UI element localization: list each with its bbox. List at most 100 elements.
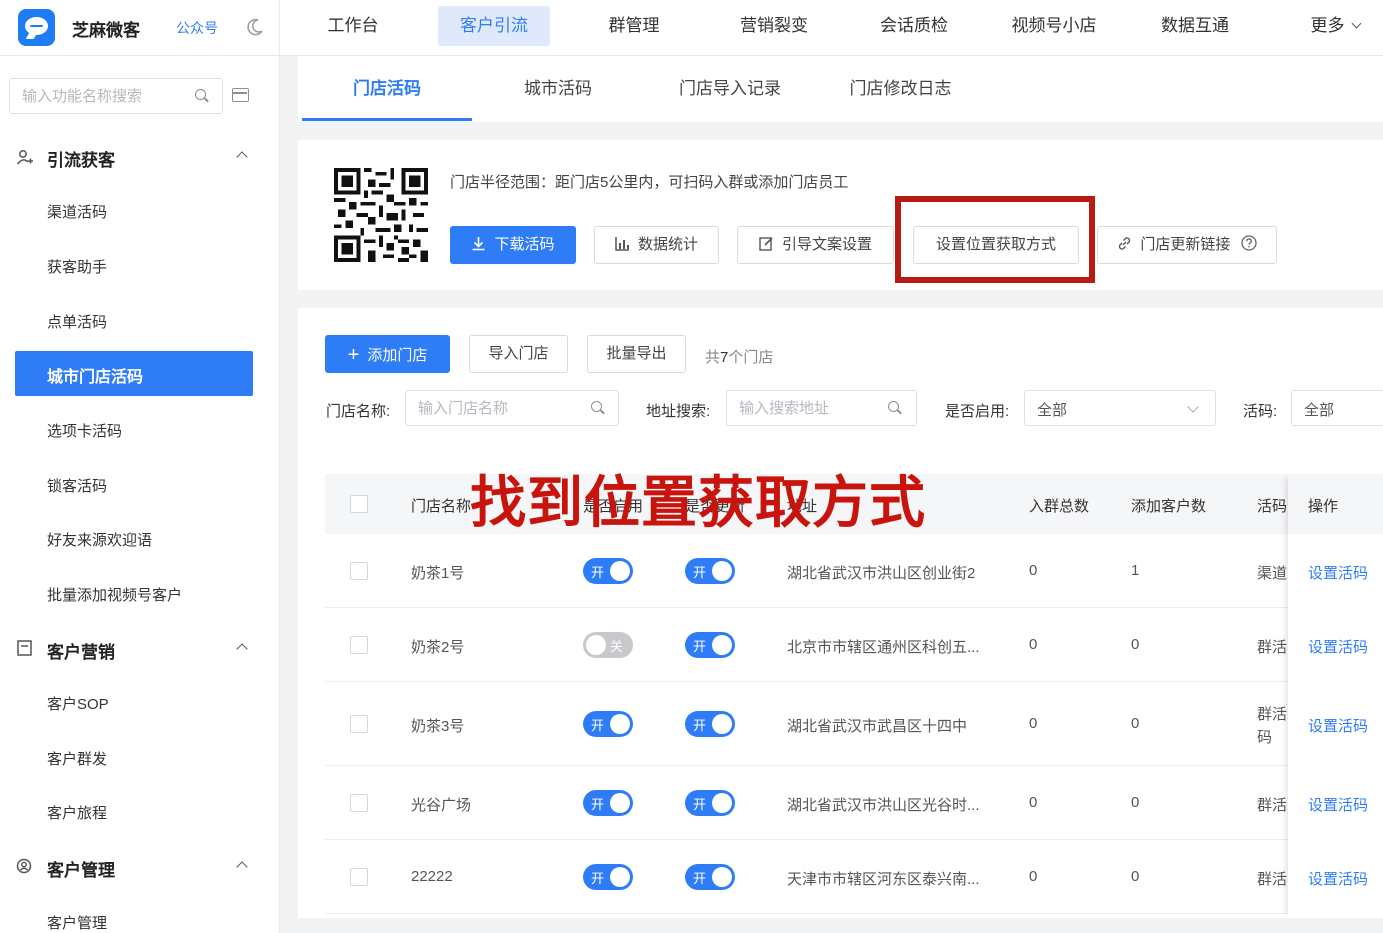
address-cell: 湖北省武汉市洪山区创业街2 (787, 565, 976, 582)
column-store-name: 门店名称 (411, 498, 472, 515)
tab-store-code[interactable]: 门店活码 (332, 56, 442, 122)
guide-text-settings-button[interactable]: 引导文案设置 (737, 226, 894, 264)
store-name-cell: 光谷广场 (411, 797, 472, 814)
bar-chart-icon (615, 236, 629, 251)
sidebar-item-customer-broadcast[interactable]: 客户群发 (47, 748, 107, 769)
chevron-down-icon (1187, 401, 1199, 413)
guide-text-settings-label: 引导文案设置 (781, 236, 872, 253)
sidebar-item-acquisition-assistant[interactable]: 获客助手 (47, 256, 107, 277)
sidebar-item-customer-management[interactable]: 客户管理 (47, 912, 107, 933)
chevron-up-icon[interactable] (236, 861, 248, 873)
enabled-toggle-text: 开 (591, 871, 605, 886)
update-toggle[interactable]: 开 (685, 632, 735, 658)
row-checkbox[interactable] (350, 562, 368, 580)
column-group-total: 入群总数 (1029, 498, 1090, 515)
enabled-select-value: 全部 (1037, 402, 1068, 419)
import-store-button[interactable]: 导入门店 (469, 335, 568, 373)
help-circle-icon[interactable] (1240, 235, 1257, 251)
customer-count-cell: 1 (1131, 562, 1140, 579)
sidebar-group-marketing[interactable]: 客户营销 (47, 638, 115, 663)
batch-export-button[interactable]: 批量导出 (587, 335, 686, 373)
sidebar-item-channel-code[interactable]: 渠道活码 (47, 201, 107, 222)
set-code-link[interactable]: 设置活码 (1308, 636, 1368, 657)
annotation-text: 找到位置获取方式 (470, 471, 926, 536)
select-all-checkbox[interactable] (350, 495, 368, 513)
chevron-up-icon[interactable] (236, 151, 248, 163)
nav-item-video-shop[interactable]: 视频号小店 (1000, 6, 1108, 46)
set-code-link[interactable]: 设置活码 (1308, 715, 1368, 736)
download-code-button[interactable]: 下载活码 (450, 226, 576, 264)
sidebar-item-lock-code[interactable]: 锁客活码 (47, 475, 107, 496)
sidebar-group-customer-management[interactable]: 客户管理 (47, 856, 115, 881)
dark-mode-moon-icon[interactable] (245, 17, 265, 37)
address-cell: 天津市市辖区河东区泰兴南... (787, 871, 980, 888)
nav-item-marketing-fission[interactable]: 营销裂变 (728, 6, 820, 46)
row-checkbox[interactable] (350, 794, 368, 812)
row-checkbox[interactable] (350, 868, 368, 886)
sidebar-item-order-code[interactable]: 点单活码 (47, 311, 107, 332)
sidebar-search-input[interactable] (10, 79, 190, 113)
store-update-link-button[interactable]: 门店更新链接 (1097, 226, 1277, 264)
qr-code-image[interactable] (334, 168, 428, 262)
set-code-link[interactable]: 设置活码 (1308, 794, 1368, 815)
enabled-toggle[interactable]: 开 (583, 790, 633, 816)
enabled-select[interactable]: 全部 (1024, 390, 1216, 426)
address-cell: 北京市市辖区通州区科创五... (787, 639, 980, 656)
customer-count-cell: 0 (1131, 715, 1140, 732)
code-select[interactable]: 全部 (1291, 390, 1383, 426)
store-name-filter-label: 门店名称: (326, 403, 391, 420)
update-toggle[interactable]: 开 (685, 711, 735, 737)
brand-tag-link[interactable]: 公众号 (176, 18, 218, 38)
data-statistics-button[interactable]: 数据统计 (594, 226, 719, 264)
nav-item-group-management[interactable]: 群管理 (593, 6, 675, 46)
nav-item-session-quality[interactable]: 会话质检 (868, 6, 960, 46)
tab-store-change-log[interactable]: 门店修改日志 (833, 56, 968, 122)
logo-icon[interactable] (18, 9, 55, 46)
tab-city-code[interactable]: 城市活码 (503, 56, 613, 122)
row-checkbox[interactable] (350, 636, 368, 654)
sidebar-item-welcome-message[interactable]: 好友来源欢迎语 (47, 529, 152, 550)
set-code-link[interactable]: 设置活码 (1308, 868, 1368, 889)
enabled-toggle[interactable]: 关 (583, 632, 633, 658)
update-toggle[interactable]: 开 (685, 558, 735, 584)
store-name-input[interactable] (406, 391, 576, 425)
update-toggle[interactable]: 开 (685, 790, 735, 816)
group-total-cell: 0 (1029, 636, 1038, 653)
store-name-filter (405, 390, 619, 426)
add-store-button[interactable]: + 添加门店 (325, 335, 450, 373)
store-name-cell: 22222 (411, 868, 453, 885)
download-code-label: 下载活码 (494, 236, 555, 253)
row-checkbox[interactable] (350, 715, 368, 733)
chevron-up-icon[interactable] (236, 643, 248, 655)
sidebar-item-customer-sop[interactable]: 客户SOP (47, 693, 109, 714)
card-icon[interactable] (232, 88, 249, 102)
store-count-suffix: 个门店 (728, 349, 774, 366)
nav-item-workbench[interactable]: 工作台 (314, 6, 392, 46)
set-code-link[interactable]: 设置活码 (1308, 562, 1368, 583)
enabled-toggle[interactable]: 开 (583, 864, 633, 890)
nav-item-customer-acquisition[interactable]: 客户引流 (438, 6, 550, 46)
code-filter-label: 活码: (1243, 403, 1278, 420)
sidebar-item-tab-code[interactable]: 选项卡活码 (47, 420, 122, 441)
live-code-cell: 群活 (1257, 639, 1288, 656)
sidebar-item-batch-add-video[interactable]: 批量添加视频号客户 (47, 584, 182, 605)
sidebar-item-customer-journey[interactable]: 客户旅程 (47, 802, 107, 823)
user-add-icon (16, 150, 33, 165)
group-total-cell: 0 (1029, 794, 1038, 811)
update-toggle[interactable]: 开 (685, 864, 735, 890)
nav-item-data-interop[interactable]: 数据互通 (1150, 6, 1240, 46)
enabled-toggle[interactable]: 开 (583, 711, 633, 737)
search-icon[interactable] (591, 401, 605, 415)
address-search-input[interactable] (727, 391, 897, 425)
address-filter (726, 390, 917, 426)
enabled-filter-label: 是否启用: (945, 403, 1010, 420)
sidebar-group-acquisition[interactable]: 引流获客 (47, 146, 115, 171)
tab-store-import-records[interactable]: 门店导入记录 (660, 56, 800, 122)
live-code-cell: 群活码 (1257, 706, 1288, 746)
enabled-toggle[interactable]: 开 (583, 558, 633, 584)
update-toggle-text: 开 (693, 797, 707, 812)
search-icon[interactable] (888, 401, 902, 415)
nav-item-more[interactable]: 更多 (1300, 6, 1370, 46)
search-icon[interactable] (195, 89, 209, 103)
sidebar-item-city-store-code[interactable]: 城市门店活码 (15, 351, 253, 396)
